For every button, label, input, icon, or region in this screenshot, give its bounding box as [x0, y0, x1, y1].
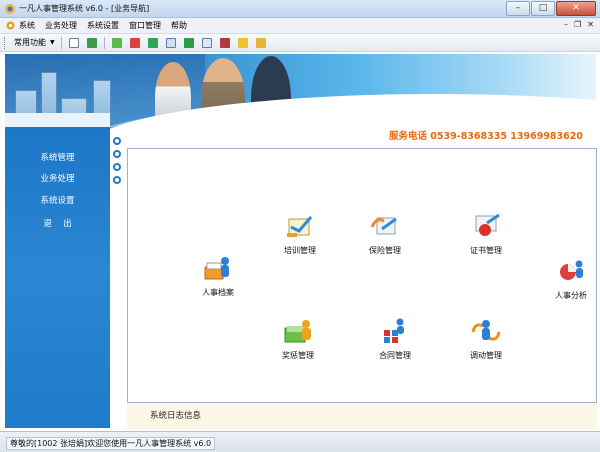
bullet-icon — [113, 137, 121, 145]
transfer-management-button[interactable]: 调动管理 — [456, 318, 516, 361]
document-icon — [68, 37, 79, 48]
menu-help[interactable]: 帮助 — [166, 18, 192, 34]
grid-icon — [165, 37, 176, 48]
reward-punishment-label: 奖惩管理 — [282, 351, 314, 360]
book-icon — [237, 37, 248, 48]
reward-punishment-icon — [284, 320, 311, 343]
training-icon — [287, 216, 313, 237]
personnel-file-icon — [204, 257, 229, 280]
menu-bar: 系统 业务处理 系统设置 窗口管理 帮助 – ❐ ✕ — [0, 18, 600, 34]
contract-management-button[interactable]: 合同管理 — [365, 318, 425, 361]
export-icon — [183, 37, 194, 48]
help-button[interactable] — [254, 36, 268, 50]
bullet-icon — [113, 163, 121, 171]
transfer-icon — [471, 320, 501, 341]
help-icon — [255, 37, 266, 48]
nav-item-business-processing[interactable]: 业务处理 — [5, 172, 110, 184]
service-hotline: 服务电话 0539-8368335 13969983620 — [389, 131, 583, 142]
menu-business[interactable]: 业务处理 — [40, 18, 82, 34]
toolbar-separator — [60, 36, 62, 49]
status-bar: 尊敬的[1002 张培娟]欢迎您使用一凡人事管理系统 v6.0 — [0, 431, 600, 452]
document-button[interactable] — [67, 36, 81, 50]
table-button[interactable] — [200, 36, 214, 50]
tree-icon — [86, 37, 97, 48]
mdi-restore-button[interactable]: ❐ — [574, 20, 581, 29]
system-log-label: 系统日志信息 — [150, 411, 202, 421]
insurance-management-label: 保险管理 — [369, 246, 401, 255]
panel-dots — [113, 137, 121, 189]
contract-icon — [384, 318, 404, 343]
mdi-close-button[interactable]: ✕ — [587, 20, 594, 29]
contract-management-label: 合同管理 — [379, 351, 411, 360]
calendar-icon — [111, 37, 122, 48]
delete-button[interactable] — [128, 36, 142, 50]
certificate-management-label: 证书管理 — [470, 246, 502, 255]
toolbar: 常用功能 ▼ — [0, 34, 600, 52]
maximize-button[interactable]: □ — [531, 1, 555, 16]
nav-item-system-management[interactable]: 系统管理 — [5, 151, 110, 163]
nav-item-exit[interactable]: 退 出 — [5, 217, 110, 229]
menu-system-label: 系统 — [19, 21, 35, 30]
common-functions-label: 常用功能 — [14, 38, 46, 47]
refresh-icon — [147, 37, 158, 48]
mdi-minimize-button[interactable]: – — [564, 20, 568, 29]
training-management-label: 培训管理 — [284, 246, 316, 255]
certificate-management-button[interactable]: 证书管理 — [456, 213, 516, 256]
chevron-down-icon: ▼ — [50, 39, 55, 46]
insurance-management-button[interactable]: 保险管理 — [355, 213, 415, 256]
grid-button[interactable] — [164, 36, 178, 50]
personnel-analysis-button[interactable]: 人事分析 — [541, 258, 600, 301]
menu-window[interactable]: 窗口管理 — [124, 18, 166, 34]
menu-settings[interactable]: 系统设置 — [82, 18, 124, 34]
book-button[interactable] — [236, 36, 250, 50]
personnel-file-label: 人事档案 — [202, 288, 234, 297]
insurance-icon — [370, 217, 397, 235]
close-button[interactable]: ✕ — [556, 1, 596, 16]
personnel-analysis-label: 人事分析 — [555, 291, 587, 300]
reward-punishment-button[interactable]: 奖惩管理 — [268, 318, 328, 361]
nav-panel: 系统管理 业务处理 系统设置 退 出 — [5, 113, 110, 428]
calendar-button[interactable] — [110, 36, 124, 50]
export-button[interactable] — [182, 36, 196, 50]
nav-item-system-settings[interactable]: 系统设置 — [5, 194, 110, 206]
personnel-file-button[interactable]: 人事档案 — [188, 255, 248, 298]
bullet-icon — [113, 176, 121, 184]
minimize-button[interactable]: – — [506, 1, 530, 16]
transfer-management-label: 调动管理 — [470, 351, 502, 360]
status-text: 尊敬的[1002 张培娟]欢迎您使用一凡人事管理系统 v6.0 — [6, 437, 216, 450]
training-management-button[interactable]: 培训管理 — [270, 213, 330, 256]
common-functions-dropdown[interactable]: 常用功能 ▼ — [11, 37, 58, 48]
toolbar-grip[interactable] — [4, 36, 7, 49]
print-button[interactable] — [218, 36, 232, 50]
app-icon — [5, 4, 15, 14]
certificate-icon — [475, 213, 500, 236]
print-icon — [219, 37, 230, 48]
bullet-icon — [113, 150, 121, 158]
toolbar-separator — [103, 36, 105, 49]
title-bar: 一凡人事管理系统 v6.0 - [业务导航] – □ ✕ — [0, 0, 600, 18]
delete-icon — [129, 37, 140, 48]
personnel-analysis-icon — [560, 260, 583, 280]
refresh-button[interactable] — [146, 36, 160, 50]
menu-system[interactable]: 系统 — [0, 18, 40, 34]
table-icon — [201, 37, 212, 48]
window-title: 一凡人事管理系统 v6.0 - [业务导航] — [19, 4, 150, 13]
tree-button[interactable] — [85, 36, 99, 50]
nav-panel-cap — [5, 113, 110, 127]
gear-icon — [6, 21, 15, 30]
